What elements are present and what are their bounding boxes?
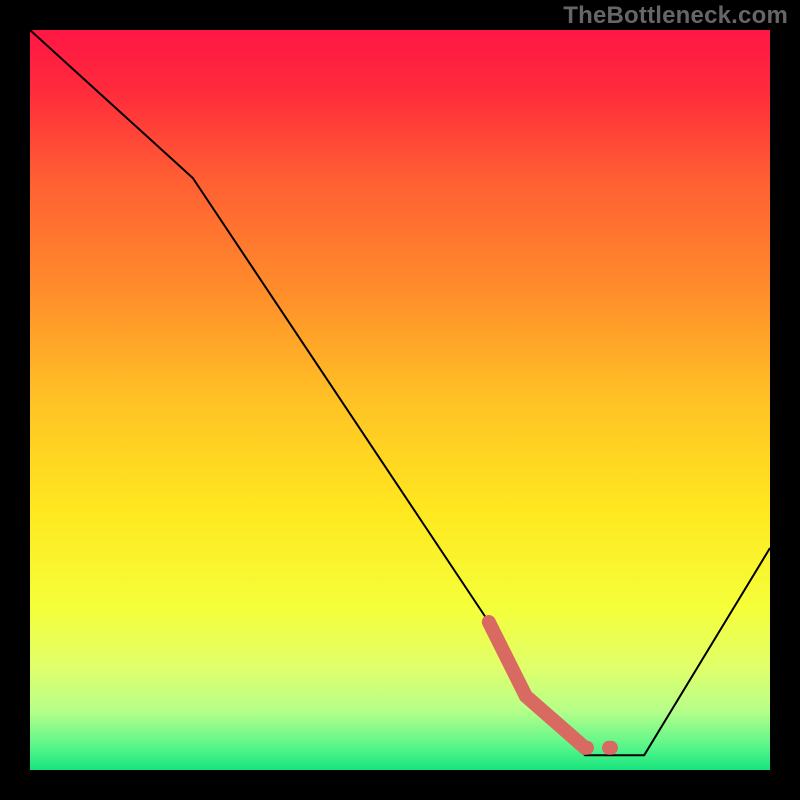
watermark-text: TheBottleneck.com [563,2,788,30]
chart-container: TheBottleneck.com [0,0,800,800]
gradient-background [30,30,770,770]
bottleneck-chart [0,0,800,800]
